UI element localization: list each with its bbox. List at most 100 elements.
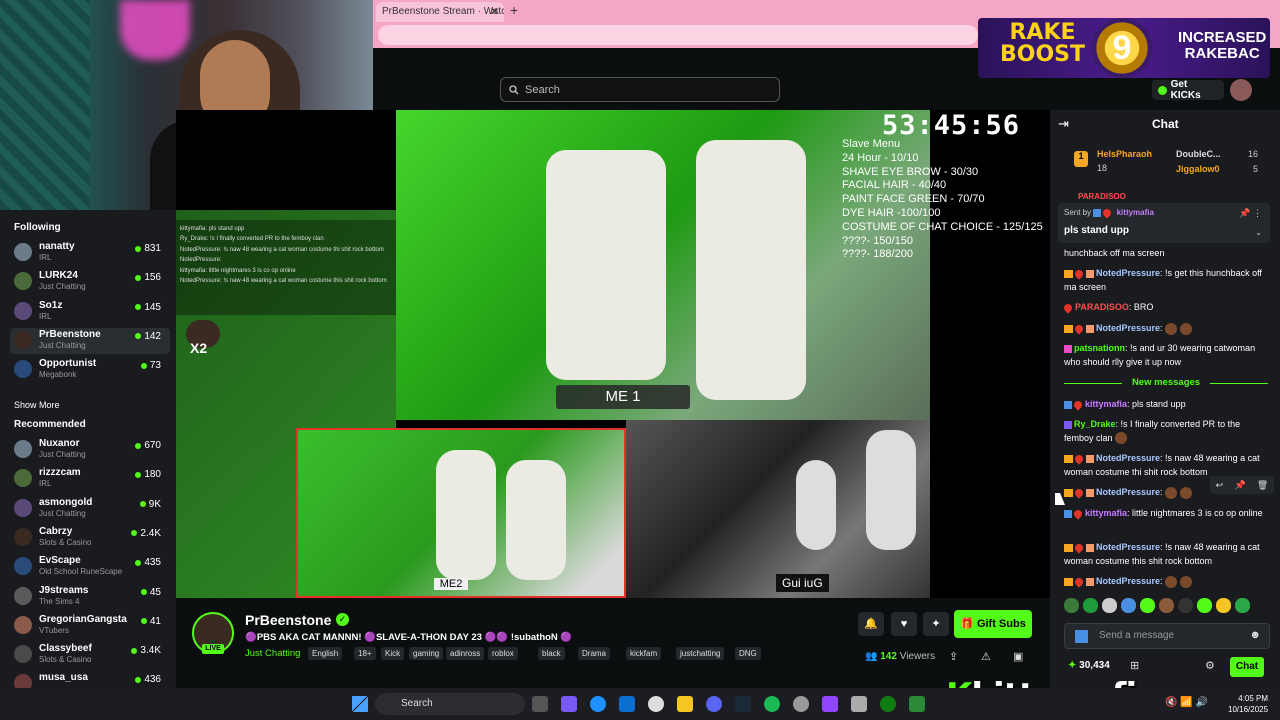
new-tab-button[interactable]: + bbox=[510, 2, 518, 18]
stream-tag[interactable]: 18+ bbox=[354, 647, 376, 660]
new-messages-divider[interactable]: New messages bbox=[1064, 377, 1268, 388]
video-player[interactable]: kittymafia: pls stand upp Ry_Drake: !s I … bbox=[176, 110, 1050, 598]
collapse-chat-icon[interactable]: ⇥ bbox=[1058, 116, 1069, 132]
emote-icon[interactable] bbox=[1216, 598, 1231, 613]
emote-icon[interactable] bbox=[1102, 598, 1117, 613]
gifter-name-1[interactable]: HelsPharaoh bbox=[1097, 149, 1152, 159]
sidebar-channel-opportunist[interactable]: Opportunist Megabonk 73 bbox=[10, 357, 170, 383]
pinned-message[interactable]: Sent by kittymafia pls stand upp 📌 ⋮ ⌄ bbox=[1058, 203, 1270, 243]
chat-message[interactable]: PARADISOO: BRO bbox=[1062, 301, 1268, 315]
store-icon[interactable] bbox=[619, 696, 635, 712]
chat-username[interactable]: kittymafia bbox=[1085, 399, 1127, 409]
chat-username[interactable]: NotedPressure bbox=[1096, 487, 1160, 497]
user-avatar[interactable] bbox=[1230, 79, 1252, 101]
sidebar-channel-rizzzcam[interactable]: rizzzcam IRL 180 bbox=[10, 466, 170, 492]
chevron-down-icon[interactable]: ⌄ bbox=[1255, 228, 1262, 237]
windows-start-icon[interactable] bbox=[352, 696, 368, 712]
chat-username[interactable]: kittymafia bbox=[1085, 508, 1127, 518]
sidebar-channel-gregoriangangsta[interactable]: GregorianGangsta VTubers 41 bbox=[10, 613, 170, 639]
emote-icon[interactable] bbox=[1121, 598, 1136, 613]
chat-message[interactable]: Ry_Drake: !s I finally converted PR to t… bbox=[1064, 418, 1268, 445]
search-input[interactable]: Search bbox=[500, 77, 780, 102]
sidebar-channel-nuxanor[interactable]: Nuxanor Just Chatting 670 bbox=[10, 437, 170, 463]
sidebar-channel-asmongold[interactable]: asmongold Just Chatting 9K bbox=[10, 496, 170, 522]
notification-bell-button[interactable]: 🔔 bbox=[858, 612, 884, 636]
emote-icon[interactable] bbox=[1064, 598, 1079, 613]
chat-username[interactable]: NotedPressure bbox=[1096, 453, 1160, 463]
rake-boost-banner[interactable]: RAKE BOOST 9 INCREASED RAKEBAC bbox=[978, 18, 1270, 78]
chat-message[interactable]: hunchback off ma screen bbox=[1064, 247, 1268, 261]
active-app-icon[interactable] bbox=[909, 696, 925, 712]
report-icon[interactable]: ⚠ bbox=[981, 650, 991, 663]
chat-message[interactable]: NotedPressure: bbox=[1064, 322, 1268, 336]
clip-button[interactable]: ✦ bbox=[923, 612, 949, 636]
steam-icon[interactable] bbox=[735, 696, 751, 712]
stream-tag[interactable]: roblox bbox=[488, 647, 518, 660]
gifter-name-3[interactable]: Jiggalow0 bbox=[1176, 164, 1220, 174]
delete-icon[interactable]: 🗑 bbox=[1257, 480, 1268, 491]
emote-icon[interactable] bbox=[1178, 598, 1193, 613]
chat-username[interactable]: NotedPressure bbox=[1096, 576, 1160, 586]
url-field[interactable] bbox=[378, 25, 978, 45]
chat-username[interactable]: PARADISOO bbox=[1075, 302, 1129, 312]
obs-icon[interactable] bbox=[793, 696, 809, 712]
gift-icon[interactable]: ⊞ bbox=[1130, 659, 1139, 672]
emote-icon[interactable] bbox=[1083, 598, 1098, 613]
sidebar-channel-prbeenstone[interactable]: PrBeenstone Just Chatting 142 bbox=[10, 327, 170, 354]
stream-tag[interactable]: DNG bbox=[735, 647, 761, 660]
taskbar-search[interactable]: Search bbox=[375, 693, 525, 715]
emote-icon[interactable] bbox=[1159, 598, 1174, 613]
system-tray-icons[interactable]: 🔇 📶 🔊 bbox=[1165, 697, 1208, 708]
chat-username[interactable]: NotedPressure bbox=[1096, 542, 1160, 552]
edge-icon[interactable] bbox=[590, 696, 606, 712]
chat-message[interactable]: NotedPressure: bbox=[1064, 575, 1268, 589]
sidebar-channel-nanatty[interactable]: nanatty IRL 831 bbox=[10, 240, 170, 266]
chat-username[interactable]: NotedPressure bbox=[1096, 268, 1160, 278]
chat-message[interactable]: NotedPressure: !s naw 48 wearing a cat w… bbox=[1064, 541, 1268, 568]
copilot-icon[interactable] bbox=[561, 696, 577, 712]
chat-send-button[interactable]: Chat bbox=[1230, 657, 1264, 677]
stream-tag[interactable]: justchatting bbox=[676, 647, 725, 660]
pin-icon[interactable]: 📌 ⋮ bbox=[1239, 208, 1262, 219]
emoji-icon[interactable]: ☻ bbox=[1249, 629, 1261, 641]
pin-action-icon[interactable]: 📌 bbox=[1234, 480, 1245, 491]
chat-message[interactable]: kittymafia: little nightmares 3 is co op… bbox=[1064, 507, 1268, 521]
chat-message-input[interactable]: Send a message ☻ bbox=[1064, 623, 1270, 649]
reply-icon[interactable]: ↩ bbox=[1216, 480, 1224, 491]
emote-icon[interactable] bbox=[1140, 598, 1155, 613]
show-more-link[interactable]: Show More bbox=[14, 400, 60, 410]
stream-tag[interactable]: Kick bbox=[381, 647, 405, 660]
settings-app-icon[interactable] bbox=[851, 696, 867, 712]
chat-message[interactable]: NotedPressure: !s get this hunchback off… bbox=[1064, 267, 1268, 294]
folder-icon[interactable] bbox=[677, 696, 693, 712]
message-actions[interactable]: ↩ 📌 🗑 bbox=[1210, 476, 1274, 494]
sidebar-channel-evscape[interactable]: EvScape Old School RuneScape 435 bbox=[10, 554, 170, 580]
stream-tag[interactable]: adinross bbox=[446, 647, 485, 660]
stream-tag[interactable]: black bbox=[538, 647, 565, 660]
channel-points[interactable]: ✦ 30,434 bbox=[1068, 660, 1110, 671]
gift-subs-button[interactable]: 🎁 Gift Subs bbox=[954, 610, 1032, 638]
theater-mode-icon[interactable]: ▣ bbox=[1013, 650, 1023, 663]
gifter-name-2[interactable]: DoubleC... bbox=[1176, 149, 1221, 159]
streamer-name[interactable]: PrBeenstone bbox=[245, 612, 331, 628]
stream-tag[interactable]: English bbox=[308, 647, 343, 660]
discord-icon[interactable] bbox=[706, 696, 722, 712]
follow-button[interactable]: ♥ bbox=[891, 612, 917, 636]
location-icon[interactable] bbox=[648, 696, 664, 712]
taskbar-clock[interactable]: 4:05 PM 10/16/2025 bbox=[1228, 693, 1268, 715]
task-view-icon[interactable] bbox=[532, 696, 548, 712]
chat-username[interactable]: NotedPressure bbox=[1096, 323, 1160, 333]
xbox-icon[interactable] bbox=[880, 696, 896, 712]
close-tab-icon[interactable]: ✕ bbox=[490, 5, 499, 18]
chat-message[interactable]: kittymafia: pls stand upp bbox=[1064, 398, 1268, 412]
share-icon[interactable]: ⇪ bbox=[949, 650, 958, 663]
emote-icon[interactable] bbox=[1197, 598, 1212, 613]
stream-tag[interactable]: kickfam bbox=[626, 647, 662, 660]
sidebar-channel-so1z[interactable]: So1z IRL 145 bbox=[10, 299, 170, 325]
app-icon[interactable] bbox=[822, 696, 838, 712]
chat-username[interactable]: Ry_Drake bbox=[1074, 419, 1116, 429]
chat-message[interactable]: patsnationn: !s and ur 30 wearing catwom… bbox=[1064, 342, 1268, 369]
stream-tag[interactable]: Drama bbox=[578, 647, 611, 660]
sidebar-channel-lurk24[interactable]: LURK24 Just Chatting 156 bbox=[10, 269, 170, 295]
stream-category[interactable]: Just Chatting bbox=[245, 648, 300, 659]
